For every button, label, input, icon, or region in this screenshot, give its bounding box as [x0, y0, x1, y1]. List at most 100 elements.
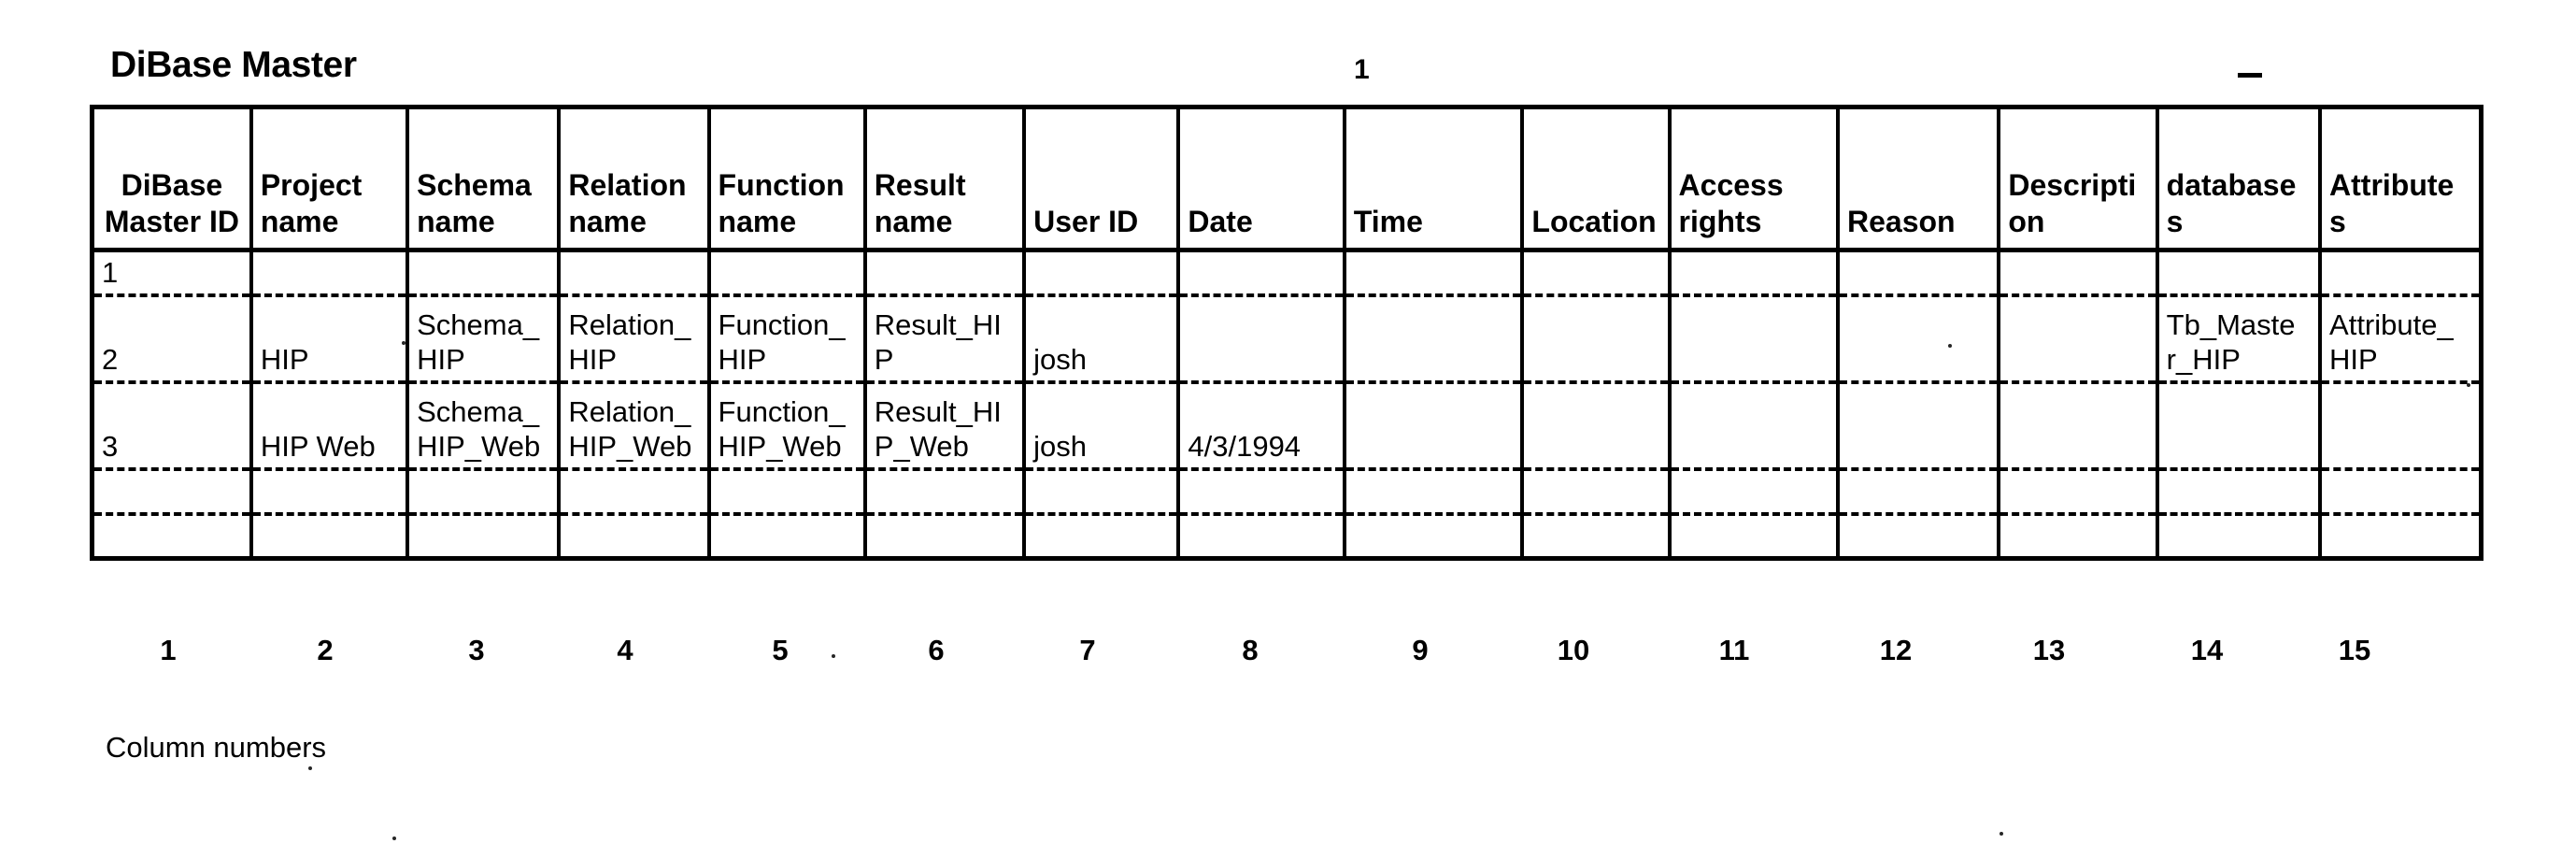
cell-databases — [2155, 468, 2323, 516]
cell-line-2: r_HIP — [2166, 342, 2241, 376]
cell-project-name — [249, 513, 410, 559]
cell-time — [1342, 250, 1525, 297]
cell-line-1: Relation_ — [568, 307, 691, 341]
cell-dibase-master-id: 1 — [90, 250, 253, 297]
cell-result-name: Result_HI P_Web — [862, 381, 1027, 471]
cell-attributes — [2318, 381, 2483, 471]
cell-function-name — [706, 468, 867, 516]
page-number: 1 — [1354, 54, 1370, 85]
header-line-2: name — [260, 205, 339, 238]
header-line-1: Access — [1678, 168, 1784, 202]
header-line-1: database — [2166, 168, 2297, 202]
header-line-2: rights — [1678, 205, 1762, 238]
cell-function-name — [706, 513, 867, 559]
cell-line-2: HIP — [568, 342, 618, 376]
column-header-schema-name: Schema name — [406, 107, 562, 252]
cell-description — [1997, 513, 2159, 559]
header-line-1: User ID — [1033, 205, 1139, 238]
cell-date — [1176, 250, 1346, 297]
cell-line-2: HIP_Web — [417, 429, 541, 463]
header-line-1: Schema — [417, 168, 532, 202]
header-line-2: s — [2329, 205, 2346, 238]
header-line-1: Reason — [1847, 205, 1956, 238]
cell-line-2: P_Web — [874, 429, 969, 463]
cell-line-1: Schema_ — [417, 307, 540, 341]
column-number-strip: 1 2 3 4 5 6 7 8 9 10 11 12 13 14 15 — [90, 634, 2483, 690]
cell-location — [1520, 250, 1672, 297]
column-number-5: 5 — [772, 634, 789, 666]
cell-relation-name: Relation_ HIP — [557, 294, 711, 384]
header-line-2: name — [417, 205, 495, 238]
column-header-access-rights: Access rights — [1667, 107, 1841, 252]
cell-line-2: HIP — [2329, 342, 2378, 376]
column-header-project-name: Project name — [249, 107, 410, 252]
dibase-master-table: DiBase Master ID Project name Schema nam… — [90, 105, 2483, 561]
cell-reason — [1835, 468, 2001, 516]
cell-access-rights — [1667, 381, 1841, 471]
header-line-1: Result — [874, 168, 966, 202]
cell-attributes: Attribute_ HIP — [2318, 294, 2483, 384]
cell-schema-name — [406, 513, 562, 559]
header-line-2: name — [568, 205, 647, 238]
column-number-15: 15 — [2338, 634, 2371, 666]
cell-line-1: Tb_Maste — [2166, 307, 2296, 341]
cell-location — [1520, 468, 1672, 516]
page-header: DiBase Master 1 — [0, 0, 2576, 93]
header-line-1: Function — [718, 168, 845, 202]
cell-databases: Tb_Maste r_HIP — [2155, 294, 2323, 384]
column-number-14: 14 — [2190, 634, 2224, 666]
cell-reason — [1835, 294, 2001, 384]
cell-relation-name — [557, 468, 711, 516]
cell-result-name: Result_HI P — [862, 294, 1027, 384]
header-line-2: s — [2166, 205, 2184, 238]
column-number-8: 8 — [1242, 634, 1259, 666]
cell-databases — [2155, 381, 2323, 471]
cell-line-2: HIP_Web — [568, 429, 692, 463]
table-row — [90, 513, 2483, 559]
table-row — [90, 468, 2483, 516]
column-number-2: 2 — [317, 634, 334, 666]
cell-date — [1176, 513, 1346, 559]
cell-user-id: josh — [1022, 294, 1181, 384]
cell-line-2: P — [874, 342, 894, 376]
column-number-13: 13 — [2032, 634, 2066, 666]
cell-location — [1520, 513, 1672, 559]
cell-project-name — [249, 250, 410, 297]
cell-location — [1520, 381, 1672, 471]
cell-databases — [2155, 250, 2323, 297]
cell-dibase-master-id: 2 — [90, 294, 253, 384]
column-number-7: 7 — [1079, 634, 1096, 666]
cell-line-1: Result_HI — [874, 307, 1002, 341]
header-line-1: Date — [1188, 205, 1253, 238]
column-number-1: 1 — [160, 634, 177, 666]
page-title: DiBase Master — [110, 45, 357, 85]
cell-schema-name — [406, 468, 562, 516]
cell-location — [1520, 294, 1672, 384]
cell-date — [1176, 468, 1346, 516]
column-header-databases: database s — [2155, 107, 2323, 252]
cell-line-1: Function_ — [718, 307, 846, 341]
scan-speck — [392, 837, 396, 840]
table-row: 1 — [90, 250, 2483, 297]
cell-time — [1342, 468, 1525, 516]
cell-description — [1997, 294, 2159, 384]
cell-relation-name — [557, 250, 711, 297]
cell-attributes — [2318, 250, 2483, 297]
column-number-10: 10 — [1557, 634, 1590, 666]
cell-result-name — [862, 250, 1027, 297]
cell-description — [1997, 468, 2159, 516]
column-header-reason: Reason — [1835, 107, 2001, 252]
scan-speck — [2000, 832, 2003, 836]
cell-reason — [1835, 250, 2001, 297]
cell-dibase-master-id — [90, 468, 253, 516]
column-header-attributes: Attribute s — [2318, 107, 2483, 252]
column-number-6: 6 — [928, 634, 945, 666]
cell-attributes — [2318, 468, 2483, 516]
header-line-1: Relation — [568, 168, 687, 202]
scan-speck — [2467, 383, 2470, 387]
cell-line-2: HIP — [417, 342, 465, 376]
cell-schema-name — [406, 250, 562, 297]
header-line-2: name — [718, 205, 797, 238]
column-number-9: 9 — [1412, 634, 1429, 666]
header-line-2: name — [874, 205, 953, 238]
